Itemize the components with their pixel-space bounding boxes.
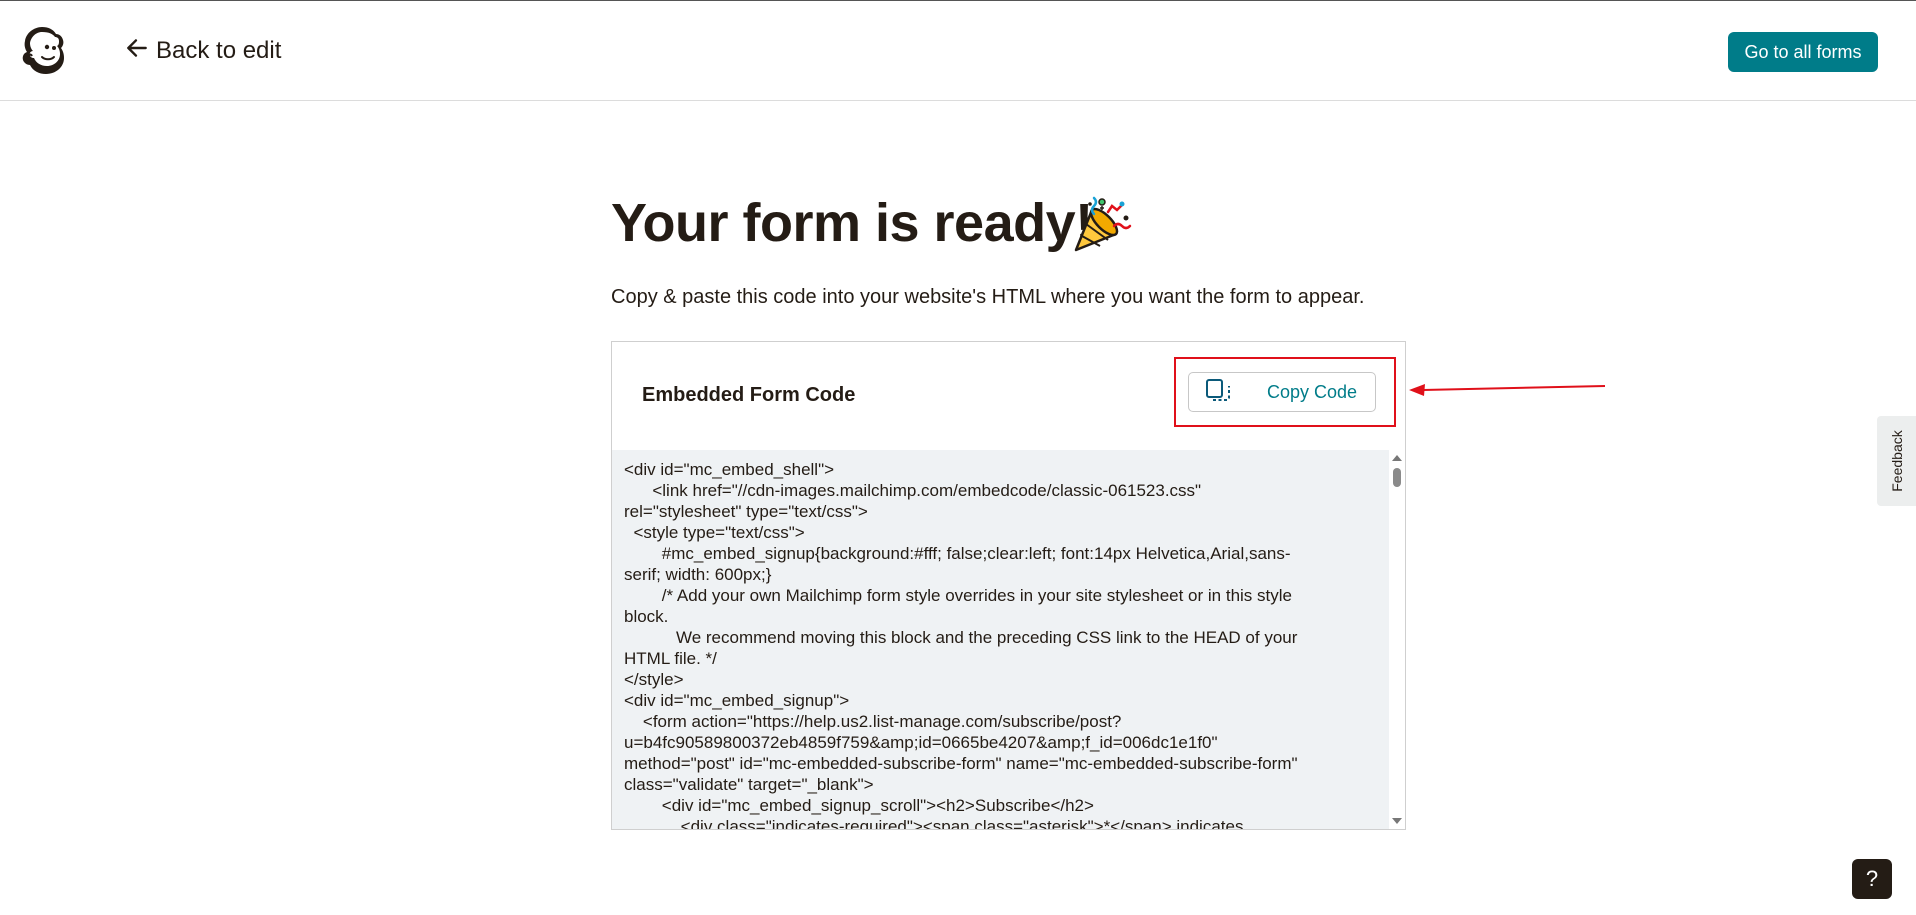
annotation-arrow-icon xyxy=(1409,384,1605,396)
copy-icon xyxy=(1205,378,1231,407)
embed-code-text: <div id="mc_embed_shell"> <link href="//… xyxy=(624,460,1298,829)
top-bar: Back to edit Go to all forms xyxy=(0,1,1916,101)
party-popper-icon xyxy=(1070,192,1134,256)
page-title: Your form is ready! xyxy=(611,193,1093,253)
feedback-label: Feedback xyxy=(1888,430,1905,492)
embed-code-textarea[interactable]: <div id="mc_embed_shell"> <link href="//… xyxy=(612,450,1389,829)
scroll-up-arrow-icon[interactable] xyxy=(1392,455,1402,461)
code-scrollbar[interactable] xyxy=(1389,450,1405,829)
back-to-edit-label: Back to edit xyxy=(156,37,282,64)
scroll-down-arrow-icon[interactable] xyxy=(1392,818,1402,824)
page-subtitle: Copy & paste this code into your website… xyxy=(611,286,1365,308)
arrow-left-icon xyxy=(124,35,150,68)
feedback-tab[interactable]: Feedback xyxy=(1877,416,1916,506)
back-to-edit-link[interactable]: Back to edit xyxy=(124,35,281,67)
help-button[interactable]: ? xyxy=(1852,859,1892,899)
mailchimp-logo-icon[interactable] xyxy=(20,23,68,75)
copy-code-button[interactable]: Copy Code xyxy=(1188,372,1376,412)
copy-code-label: Copy Code xyxy=(1267,381,1358,402)
card-title: Embedded Form Code xyxy=(642,384,856,406)
scroll-thumb[interactable] xyxy=(1393,468,1401,487)
go-to-all-forms-button[interactable]: Go to all forms xyxy=(1728,32,1878,72)
embedded-form-code-card: Embedded Form Code Copy Code <div id="mc… xyxy=(611,341,1406,830)
